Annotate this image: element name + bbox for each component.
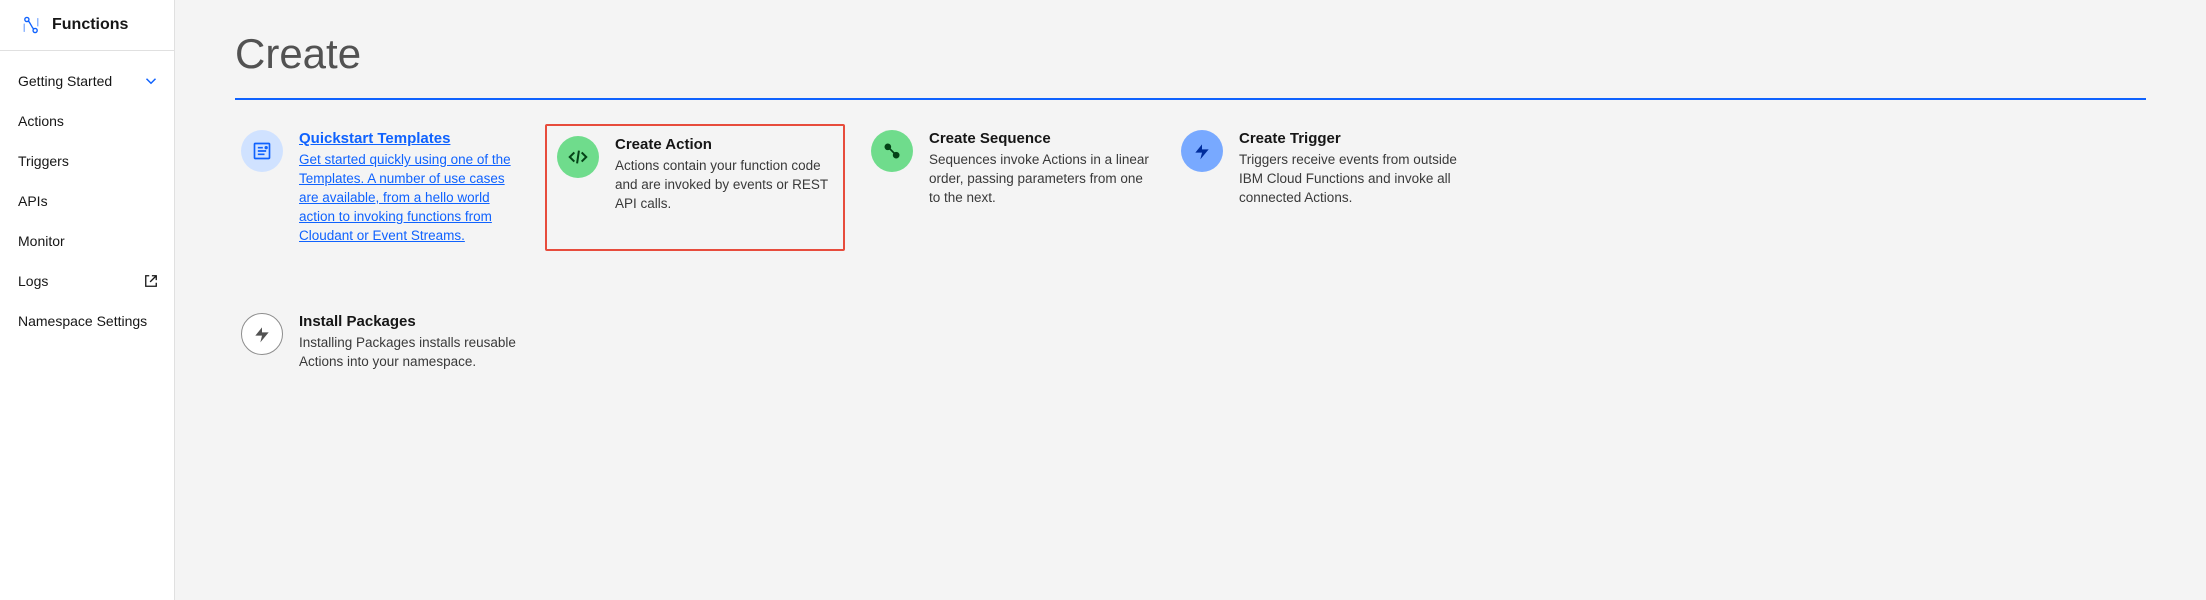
code-icon	[557, 136, 599, 178]
sidebar-item-label: Monitor	[18, 233, 65, 249]
card-desc: Get started quickly using one of the Tem…	[299, 151, 519, 245]
external-link-icon	[144, 274, 158, 288]
card-title: Create Action	[615, 136, 833, 153]
sequence-icon	[871, 130, 913, 172]
app-root: Functions Getting Started Actions Trigge…	[0, 0, 2206, 600]
sidebar: Functions Getting Started Actions Trigge…	[0, 0, 175, 600]
card-title: Install Packages	[299, 313, 519, 330]
sidebar-header[interactable]: Functions	[0, 0, 174, 51]
functions-icon	[20, 14, 42, 36]
sidebar-item-label: Getting Started	[18, 73, 112, 89]
card-text: Install Packages Installing Packages ins…	[299, 313, 519, 372]
page-title: Create	[235, 30, 2146, 78]
sidebar-item-apis[interactable]: APIs	[0, 181, 174, 221]
sidebar-item-getting-started[interactable]: Getting Started	[0, 61, 174, 101]
sidebar-item-monitor[interactable]: Monitor	[0, 221, 174, 261]
sidebar-title: Functions	[52, 16, 128, 34]
card-desc: Triggers receive events from outside IBM…	[1239, 151, 1459, 208]
chevron-down-icon	[144, 74, 158, 88]
card-create-trigger[interactable]: Create Trigger Triggers receive events f…	[1175, 124, 1465, 251]
card-text: Create Sequence Sequences invoke Actions…	[929, 130, 1149, 208]
card-text: Create Trigger Triggers receive events f…	[1239, 130, 1459, 208]
sidebar-item-namespace-settings[interactable]: Namespace Settings	[0, 301, 174, 341]
sidebar-item-triggers[interactable]: Triggers	[0, 141, 174, 181]
divider	[235, 98, 2146, 100]
main-content: Create Quickstart Templates Get started …	[175, 0, 2206, 600]
sidebar-item-logs[interactable]: Logs	[0, 261, 174, 301]
card-desc: Actions contain your function code and a…	[615, 157, 833, 214]
sidebar-item-actions[interactable]: Actions	[0, 101, 174, 141]
card-desc: Sequences invoke Actions in a linear ord…	[929, 151, 1149, 208]
card-title: Quickstart Templates	[299, 130, 519, 147]
card-create-sequence[interactable]: Create Sequence Sequences invoke Actions…	[865, 124, 1155, 251]
card-title: Create Trigger	[1239, 130, 1459, 147]
card-create-action[interactable]: Create Action Actions contain your funct…	[545, 124, 845, 251]
sidebar-item-label: Namespace Settings	[18, 313, 147, 329]
sidebar-item-label: APIs	[18, 193, 48, 209]
sidebar-list: Getting Started Actions Triggers APIs Mo…	[0, 51, 174, 341]
cards-container: Quickstart Templates Get started quickly…	[235, 124, 2146, 378]
card-text: Quickstart Templates Get started quickly…	[299, 130, 519, 245]
card-title: Create Sequence	[929, 130, 1149, 147]
sidebar-item-label: Actions	[18, 113, 64, 129]
sidebar-item-label: Triggers	[18, 153, 69, 169]
card-text: Create Action Actions contain your funct…	[615, 136, 833, 214]
card-install-packages[interactable]: Install Packages Installing Packages ins…	[235, 307, 525, 378]
template-icon	[241, 130, 283, 172]
package-icon	[241, 313, 283, 355]
card-desc: Installing Packages installs reusable Ac…	[299, 334, 519, 372]
sidebar-item-label: Logs	[18, 273, 48, 289]
trigger-icon	[1181, 130, 1223, 172]
card-quickstart-templates[interactable]: Quickstart Templates Get started quickly…	[235, 124, 525, 251]
